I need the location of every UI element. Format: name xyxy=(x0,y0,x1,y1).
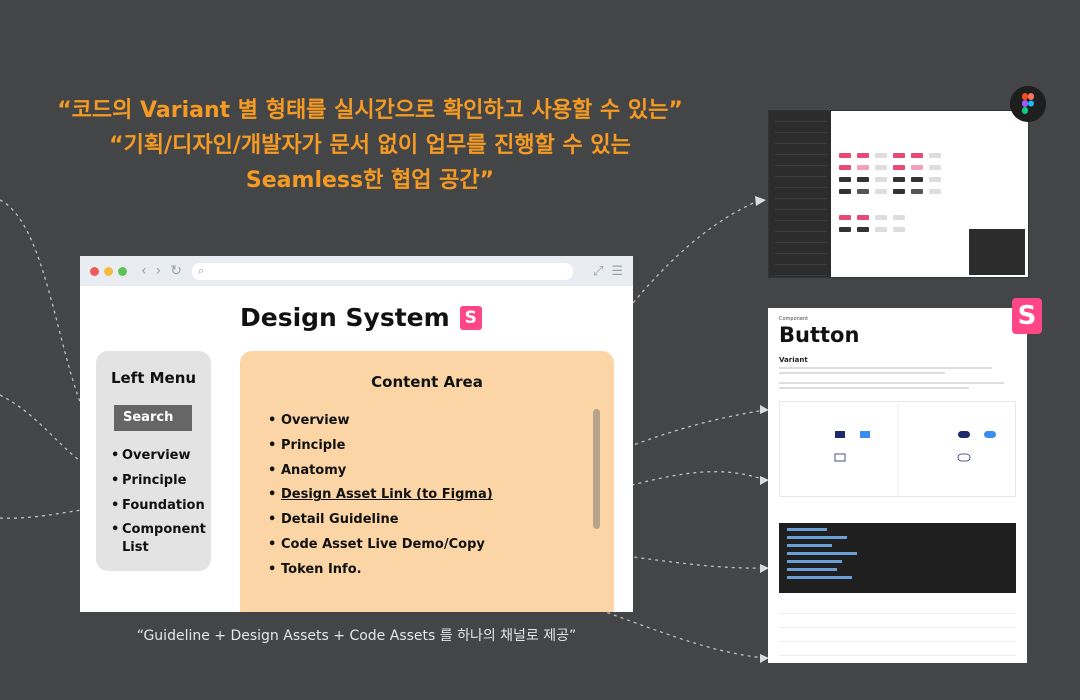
back-icon[interactable]: ‹ xyxy=(141,263,147,279)
headline-line-1: “코드의 Variant 별 형태를 실시간으로 확인하고 사용할 수 있는” xyxy=(57,98,683,123)
menu-icon[interactable]: ☰ xyxy=(611,264,623,279)
browser-window: ‹ › ↻ ⌕ ⤢ ☰ Design System S Left Menu Se… xyxy=(80,256,633,612)
maximize-dot-icon[interactable] xyxy=(118,266,127,276)
storybook-props-table xyxy=(779,600,1016,656)
figma-screenshot xyxy=(768,110,1029,278)
scrollbar[interactable] xyxy=(593,409,600,529)
content-item-design-asset-link[interactable]: Design Asset Link (to Figma) xyxy=(268,483,614,508)
left-menu: Left Menu Search Overview Principle Foun… xyxy=(96,351,211,571)
left-menu-item-overview[interactable]: Overview xyxy=(111,443,211,468)
content-item-detail-guideline[interactable]: Detail Guideline xyxy=(268,508,614,533)
browser-toolbar: ‹ › ↻ ⌕ ⤢ ☰ xyxy=(80,256,633,286)
figma-layers-panel xyxy=(769,111,831,277)
close-dot-icon[interactable] xyxy=(90,266,99,276)
left-menu-item-foundation[interactable]: Foundation xyxy=(111,493,211,518)
content-item-code-asset-demo[interactable]: Code Asset Live Demo/Copy xyxy=(268,533,614,558)
headline: “코드의 Variant 별 형태를 실시간으로 확인하고 사용할 수 있는” … xyxy=(0,93,740,198)
storybook-title: Button xyxy=(779,323,860,347)
storybook-variant-table xyxy=(779,401,1016,497)
minimize-dot-icon[interactable] xyxy=(104,266,113,276)
caption: “Guideline + Design Assets + Code Assets… xyxy=(136,628,577,644)
storybook-section: Variant xyxy=(779,356,808,364)
forward-icon[interactable]: › xyxy=(156,263,162,279)
storybook-code-block xyxy=(779,523,1016,593)
content-item-overview[interactable]: Overview xyxy=(268,409,614,434)
storybook-screenshot: Component Button Variant xyxy=(768,308,1027,663)
reload-icon[interactable]: ↻ xyxy=(170,263,182,279)
page-title-text: Design System xyxy=(240,303,450,332)
headline-line-3: Seamless한 협업 공간” xyxy=(245,168,495,193)
content-area: Content Area Overview Principle Anatomy … xyxy=(240,351,614,612)
url-bar[interactable]: ⌕ xyxy=(191,262,573,280)
storybook-logo-icon-large: S xyxy=(1012,298,1042,334)
search-icon: ⌕ xyxy=(197,264,205,277)
left-menu-item-principle[interactable]: Principle xyxy=(111,468,211,493)
search-button[interactable]: Search xyxy=(114,405,192,431)
left-menu-title: Left Menu xyxy=(110,369,197,387)
figma-variant-grid xyxy=(839,153,1024,239)
left-menu-item-component-list[interactable]: Component List xyxy=(111,518,211,557)
content-item-token-info[interactable]: Token Info. xyxy=(268,558,614,583)
expand-icon[interactable]: ⤢ xyxy=(593,264,603,279)
content-item-anatomy[interactable]: Anatomy xyxy=(268,459,614,484)
headline-line-2: “기획/디자인/개발자가 문서 없이 업무를 진행할 수 있는 xyxy=(109,133,631,158)
design-asset-link[interactable]: Design Asset Link (to Figma) xyxy=(281,487,493,502)
content-area-title: Content Area xyxy=(371,373,483,391)
figma-dark-frame xyxy=(969,229,1025,275)
content-item-principle[interactable]: Principle xyxy=(268,434,614,459)
storybook-logo-icon: S xyxy=(459,305,482,330)
page-title: Design System S xyxy=(240,303,482,332)
figma-logo-icon xyxy=(1010,86,1046,122)
